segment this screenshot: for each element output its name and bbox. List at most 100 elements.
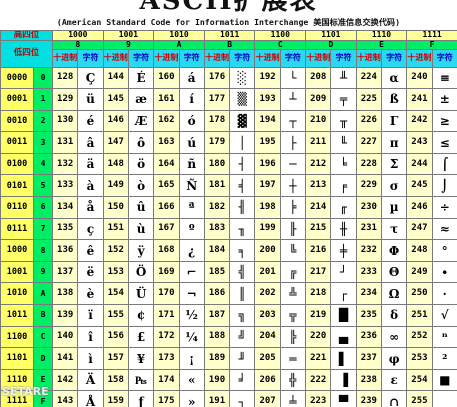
column-high-binary: 1111 [406,30,457,41]
character-glyph-cell: ╩ [279,282,307,306]
character-glyph-cell: ─ [279,152,307,176]
decimal-code-cell: 151 [102,217,129,241]
character-glyph-cell: ë [77,260,104,284]
row-low-binary: 0011 [0,131,34,154]
row-low-binary: 0101 [0,174,34,198]
decimal-code-cell: 225 [355,88,382,111]
decimal-column-header: 十进制 [355,48,382,68]
character-glyph-cell: ╛ [229,368,256,392]
character-glyph-cell: Å [77,390,104,407]
decimal-code-cell: 253 [406,347,433,370]
decimal-code-cell: 169 [153,260,180,284]
character-glyph-cell: ¬ [178,282,205,306]
character-glyph-cell: ╖ [229,217,256,241]
decimal-code-cell: 198 [254,196,281,219]
character-column-header: 字符 [380,48,408,68]
decimal-code-cell: 223 [305,390,332,407]
decimal-code-cell: 199 [254,217,281,241]
character-glyph-cell: £ [127,325,155,349]
column-high-binary: 1101 [305,30,357,41]
decimal-code-cell: 137 [52,260,79,284]
character-glyph-cell: ⌠ [431,152,457,176]
table-row: 1001 9 137 ë 153 Ö 169 ⌐ 185 ╣ 201 ╔ 217 ┘ 233 Θ 249 ∙ [0,260,457,284]
decimal-code-cell: 200 [254,239,281,262]
decimal-code-cell: 160 [153,66,180,90]
decimal-code-cell: 164 [153,152,180,176]
character-glyph-cell: ╣ [229,260,256,284]
decimal-code-cell: 210 [305,109,332,133]
character-glyph-cell: ╚ [279,239,307,262]
decimal-code-cell: 197 [254,174,281,198]
character-glyph-cell: ½ [178,304,205,327]
character-glyph-cell: ╡ [229,174,256,198]
character-glyph-cell: ï [77,304,104,327]
page-title: ASCII扩展表 [139,0,318,16]
character-glyph-cell: φ [380,347,408,370]
table-row: 0101 5 133 à 149 ò 165 Ñ 181 ╡ 197 ┼ 213 ╒ 229 σ 245 ⌡ [0,174,457,198]
character-glyph-cell: ╦ [279,304,307,327]
decimal-code-cell: 140 [52,325,79,349]
decimal-code-cell: 141 [52,347,79,370]
decimal-code-cell: 162 [153,109,180,133]
decimal-code-cell: 251 [406,304,433,327]
character-glyph-cell: µ [380,196,408,219]
character-glyph-cell: █ [330,304,357,327]
character-glyph-cell: τ [380,217,408,241]
decimal-code-cell: 205 [254,347,281,370]
character-glyph-cell: ì [77,347,104,370]
row-low-hex: 0 [32,66,54,90]
decimal-column-header: 十进制 [203,48,231,68]
decimal-code-cell: 149 [102,174,129,198]
character-glyph-cell: ÿ [127,239,155,262]
character-glyph-cell: ô [127,131,155,154]
decimal-code-cell: 228 [355,152,382,176]
table-row: 1010 A 138 è 154 Ü 170 ¬ 186 ║ 202 ╩ 218 ┌ 234 Ω 250 · [0,282,457,306]
character-glyph-cell: ═ [279,347,307,370]
decimal-code-cell: 254 [406,368,433,392]
character-glyph-cell: í [178,88,205,111]
row-low-binary: 0100 [0,152,34,176]
decimal-code-cell: 234 [355,282,382,306]
row-low-hex: A [32,282,54,306]
character-glyph-cell: Σ [380,152,408,176]
decimal-code-cell: 236 [355,325,382,349]
decimal-code-cell: 161 [153,88,180,111]
decimal-code-cell: 215 [305,217,332,241]
decimal-code-cell: 233 [355,260,382,284]
decimal-code-cell: 221 [305,347,332,370]
decimal-code-cell: 201 [254,260,281,284]
character-glyph-cell: ╥ [330,109,357,133]
character-glyph-cell: ╜ [229,347,256,370]
character-glyph-cell: ç [77,217,104,241]
character-glyph-cell: î [77,325,104,349]
character-column-header: 字符 [229,48,256,68]
character-glyph-cell: ├ [279,131,307,154]
character-glyph-cell: δ [380,304,408,327]
decimal-code-cell: 128 [52,66,79,90]
column-high-binary: 1000 [52,30,104,41]
character-glyph-cell: ╔ [279,260,307,284]
character-glyph-cell: ║ [229,282,256,306]
character-glyph-cell: Ñ [178,174,205,198]
character-glyph-cell: ┌ [330,282,357,306]
character-glyph-cell: Ä [77,368,104,392]
decimal-code-cell: 250 [406,282,433,306]
decimal-code-cell: 146 [102,109,129,133]
decimal-code-cell: 147 [102,131,129,154]
decimal-code-cell: 171 [153,304,180,327]
decimal-code-cell: 133 [52,174,79,198]
decimal-code-cell: 174 [153,368,180,392]
table-row: 0000 0 128 Ç 144 É 160 á 176 ░ 192 └ 208 ╨ 224 α 240 ≡ [0,66,457,90]
row-low-hex: 4 [32,152,54,176]
decimal-code-cell: 183 [203,217,231,241]
decimal-code-cell: 180 [203,152,231,176]
table-row: 0111 7 135 ç 151 ù 167 º 183 ╖ 199 ╟ 215 ╫ 231 τ 247 ≈ [0,217,457,241]
character-glyph-cell: ■ [431,368,457,392]
decimal-code-cell: 186 [203,282,231,306]
decimal-code-cell: 187 [203,304,231,327]
character-glyph-cell: ≈ [431,217,457,241]
character-glyph-cell: é [77,109,104,133]
character-glyph-cell: ╗ [229,304,256,327]
character-glyph-cell: ▓ [229,109,256,133]
character-glyph-cell: Æ [127,109,155,133]
